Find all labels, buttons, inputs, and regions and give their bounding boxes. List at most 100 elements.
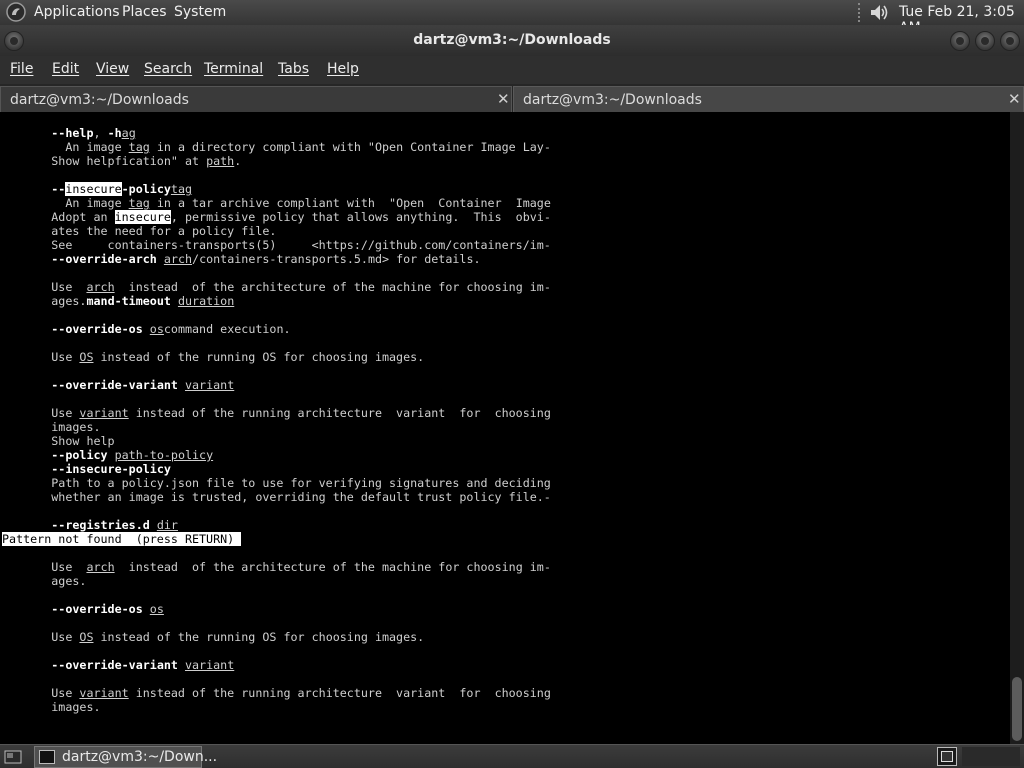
argument-text: path-to-policy bbox=[114, 448, 214, 462]
menu-file[interactable]: File bbox=[10, 61, 33, 77]
show-desktop-icon[interactable] bbox=[4, 748, 22, 766]
option-flag: --override-os bbox=[51, 602, 143, 616]
terminal-text: in a directory compliant with "Open Cont… bbox=[149, 140, 551, 154]
places-menu[interactable]: Places bbox=[122, 4, 167, 20]
terminal-text: instead of the architecture of the machi… bbox=[114, 560, 551, 574]
menu-view[interactable]: View bbox=[96, 61, 129, 77]
terminal-text: Use bbox=[2, 686, 80, 700]
option-flag: --policy bbox=[51, 448, 108, 462]
terminal-text: Show help bbox=[2, 434, 115, 448]
top-panel: Applications Places System Tue Feb 21, 3… bbox=[0, 0, 1024, 36]
close-window-button[interactable] bbox=[1000, 31, 1020, 51]
tab-1[interactable]: dartz@vm3:~/Downloads ✕ bbox=[0, 86, 512, 112]
menu-search[interactable]: Search bbox=[144, 61, 192, 77]
terminal-text: Use bbox=[2, 406, 80, 420]
menu-edit[interactable]: Edit bbox=[52, 61, 79, 77]
terminal-line: Path to a policy.json file to use for ve… bbox=[2, 476, 551, 490]
terminal-text: instead of the running OS for choosing i… bbox=[93, 630, 425, 644]
argument-text: arch bbox=[163, 252, 193, 266]
option-flag: --insecure-policy bbox=[51, 462, 171, 476]
argument-text: arch bbox=[86, 560, 115, 574]
workspace-switcher[interactable] bbox=[937, 747, 957, 766]
terminal-output[interactable]: --help, -hag An image tag in a directory… bbox=[0, 112, 1010, 744]
argument-text: variant bbox=[184, 378, 235, 392]
close-tab-icon[interactable]: ✕ bbox=[1008, 90, 1021, 108]
terminal-line: ages.mand-timeout duration bbox=[2, 294, 234, 308]
argument-text: OS bbox=[79, 350, 94, 364]
terminal-line: An image tag in a tar archive compliant … bbox=[2, 196, 551, 210]
menu-help[interactable]: Help bbox=[327, 61, 359, 77]
terminal-text: . bbox=[234, 154, 242, 168]
terminal-text: Show helpfication" at bbox=[2, 154, 207, 168]
scrollbar-thumb[interactable] bbox=[1012, 677, 1022, 741]
terminal-text: instead of the running architecture vari… bbox=[128, 406, 551, 420]
terminal-text: in a tar archive compliant with "Open Co… bbox=[149, 196, 551, 210]
volume-icon[interactable] bbox=[868, 2, 890, 23]
task-label: dartz@vm3:~/Down... bbox=[62, 749, 218, 765]
minimize-button[interactable] bbox=[950, 31, 970, 51]
terminal-icon bbox=[39, 750, 55, 764]
argument-text: ag bbox=[121, 126, 136, 140]
terminal-text: Path to a policy.json file to use for ve… bbox=[2, 476, 551, 490]
terminal-line: Use variant instead of the running archi… bbox=[2, 686, 551, 700]
argument-text: variant bbox=[184, 658, 235, 672]
terminal-line: Use variant instead of the running archi… bbox=[2, 406, 551, 420]
terminal-line: ages. bbox=[2, 574, 86, 588]
argument-text: os bbox=[149, 322, 164, 336]
terminal-line: --override-variant variant bbox=[2, 378, 234, 392]
panel-separator bbox=[858, 3, 864, 22]
argument-text: OS bbox=[79, 630, 94, 644]
menu-tabs[interactable]: Tabs bbox=[278, 61, 309, 77]
option-flag: --override-variant bbox=[51, 658, 178, 672]
terminal-line: --override-os os bbox=[2, 602, 164, 616]
system-menu[interactable]: System bbox=[174, 4, 226, 20]
close-tab-icon[interactable]: ✕ bbox=[497, 90, 510, 108]
terminal-text: images. bbox=[2, 700, 101, 714]
terminal-line: Use OS instead of the running OS for cho… bbox=[2, 630, 424, 644]
terminal-text: Use bbox=[2, 350, 80, 364]
option-flag: --override-variant bbox=[51, 378, 178, 392]
argument-text: variant bbox=[79, 406, 129, 420]
maximize-button[interactable] bbox=[975, 31, 995, 51]
gnome-foot-icon[interactable] bbox=[6, 2, 26, 22]
argument-text: duration bbox=[177, 294, 235, 308]
terminal-line: An image tag in a directory compliant wi… bbox=[2, 140, 551, 154]
window-titlebar[interactable]: dartz@vm3:~/Downloads bbox=[0, 25, 1024, 56]
applications-menu[interactable]: Applications bbox=[34, 4, 120, 20]
argument-text: path bbox=[206, 154, 235, 168]
terminal-text: , permissive policy that allows anything… bbox=[170, 210, 551, 224]
terminal-line: --override-variant variant bbox=[2, 658, 234, 672]
highlighted-text: insecure bbox=[65, 182, 122, 196]
panel-tray-area bbox=[962, 747, 1020, 766]
terminal-text: An image bbox=[2, 140, 129, 154]
terminal-line: --help, -hag bbox=[2, 126, 136, 140]
tab-2[interactable]: dartz@vm3:~/Downloads ✕ bbox=[513, 86, 1024, 112]
terminal-line: See containers-transports(5) <https://gi… bbox=[2, 238, 551, 252]
terminal-line: images. bbox=[2, 420, 100, 434]
window-title: dartz@vm3:~/Downloads bbox=[413, 32, 611, 48]
terminal-line: images. bbox=[2, 700, 101, 714]
taskbar-terminal-button[interactable]: dartz@vm3:~/Down... bbox=[34, 746, 217, 768]
workspace-1[interactable] bbox=[941, 751, 953, 762]
terminal-text: An image bbox=[2, 196, 129, 210]
argument-text: tag bbox=[170, 182, 193, 196]
option-flag: mand-timeout bbox=[86, 294, 171, 308]
terminal-text: instead of the architecture of the machi… bbox=[114, 280, 551, 294]
terminal-text: , bbox=[93, 126, 108, 140]
option-flag: -policy bbox=[121, 182, 171, 196]
menu-terminal[interactable]: Terminal bbox=[204, 61, 263, 77]
terminal-line: Show helpfication" at path. bbox=[2, 154, 241, 168]
terminal-text: instead of the running OS for choosing i… bbox=[93, 350, 425, 364]
terminal-scrollbar[interactable] bbox=[1010, 112, 1024, 744]
